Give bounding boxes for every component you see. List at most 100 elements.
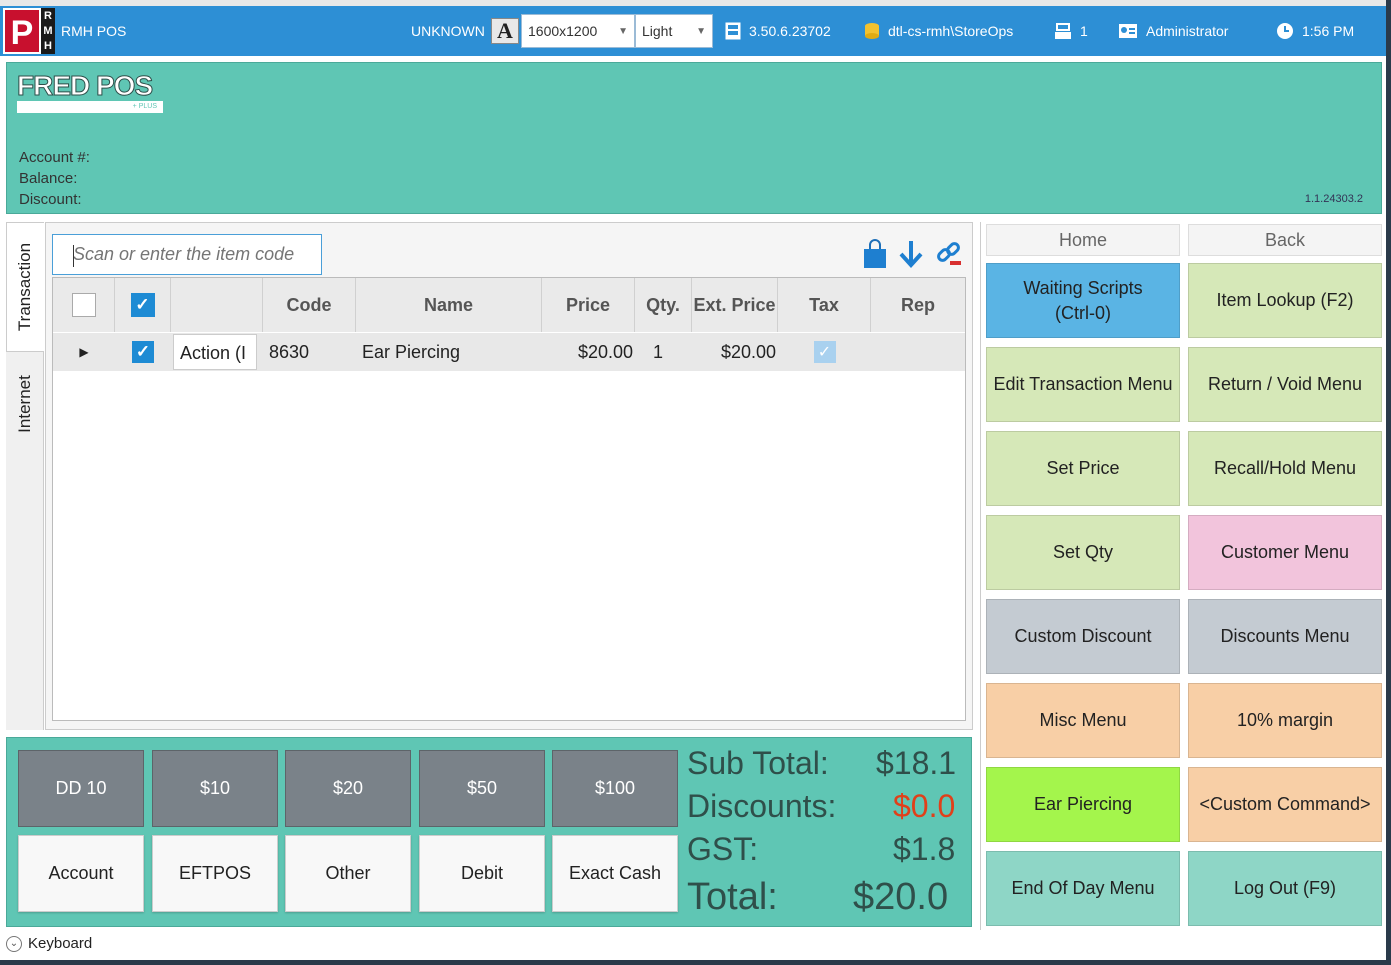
check-all-checkbox[interactable]: ✓ [130, 293, 155, 317]
shopping-bag-icon [864, 239, 886, 268]
chevron-down-icon: ⌄ [6, 935, 22, 952]
logo-letter: P [3, 8, 41, 54]
vertical-tabs: Transaction Internet [6, 222, 44, 730]
select-all-checkbox[interactable] [71, 293, 96, 317]
header-select-all[interactable] [53, 278, 115, 332]
theme-select[interactable]: Light ▼ [635, 14, 713, 48]
header-check-col[interactable]: ✓ [115, 278, 171, 332]
rmh-logo: P R M H [3, 8, 55, 56]
quick-cash-dd10[interactable]: DD 10 [18, 750, 144, 827]
keyboard-toggle[interactable]: ⌄ Keyboard [6, 935, 92, 952]
register-icon [1055, 23, 1071, 39]
tender-exact-cash[interactable]: Exact Cash [552, 835, 678, 912]
discounts-value: $0.0 [893, 788, 956, 824]
custom-command-button[interactable]: <Custom Command> [1188, 767, 1382, 842]
row-tax-cell[interactable]: ✓ [778, 333, 871, 371]
link-button[interactable] [934, 238, 964, 270]
set-qty-button[interactable]: Set Qty [986, 515, 1180, 590]
waiting-scripts-button[interactable]: Waiting Scripts (Ctrl-0) [986, 263, 1180, 338]
header-tax[interactable]: Tax [778, 278, 871, 332]
discounts-label: Discounts: [687, 788, 837, 824]
tab-transaction[interactable]: Transaction [6, 222, 44, 352]
quick-cash-20[interactable]: $20 [285, 750, 411, 827]
row-price: $20.00 [577, 341, 633, 362]
text-cursor [73, 245, 74, 267]
item-lookup-button[interactable]: Item Lookup (F2) [1188, 263, 1382, 338]
discount-label: Discount: [19, 191, 82, 208]
row-action-cell[interactable]: Action (I [171, 333, 263, 371]
top-bar: P R M H RMH POS UNKNOWN A 1600x1200 ▼ Lig… [0, 6, 1386, 56]
header-code[interactable]: Code [263, 278, 356, 332]
tender-account[interactable]: Account [18, 835, 144, 912]
font-icon: A [491, 18, 519, 44]
font-size-button[interactable]: A [491, 6, 519, 56]
row-expand-icon[interactable]: ▶ [53, 333, 115, 371]
row-checkbox-cell[interactable]: ✓ [115, 333, 171, 371]
clock-icon [1277, 23, 1293, 39]
total-value: $20.0 [853, 876, 949, 918]
logo-side-h: H [44, 40, 52, 53]
time-text: 1:56 PM [1302, 23, 1355, 39]
tender-debit[interactable]: Debit [419, 835, 545, 912]
chevron-down-icon: ▼ [618, 25, 628, 37]
pos-window: P R M H RMH POS UNKNOWN A 1600x1200 ▼ Lig… [0, 0, 1386, 960]
user-mode: UNKNOWN [411, 23, 485, 39]
item-search-input[interactable] [52, 234, 322, 275]
header-ext-price[interactable]: Ext. Price [692, 278, 778, 332]
transaction-grid: ✓ Code Name Price Qty. Ext. Price Tax Re… [52, 277, 966, 721]
database-icon [865, 23, 879, 39]
end-of-day-menu-button[interactable]: End Of Day Menu [986, 851, 1180, 926]
arrow-down-icon [899, 241, 923, 268]
version-text: 3.50.6.23702 [749, 23, 831, 39]
home-button[interactable]: Home [986, 224, 1180, 256]
user-card-icon [1119, 24, 1137, 38]
brand-text: FRED POS [17, 70, 154, 101]
row-qty: 1 [653, 341, 664, 362]
theme-value: Light [642, 23, 673, 39]
edit-transaction-menu-button[interactable]: Edit Transaction Menu [986, 347, 1180, 422]
set-price-button[interactable]: Set Price [986, 431, 1180, 506]
register-info: 1 [1054, 6, 1088, 56]
customer-menu-button[interactable]: Customer Menu [1188, 515, 1382, 590]
database-info: dtl-cs-rmh\StoreOps [864, 6, 1013, 56]
brand-sub: + PLUS [17, 101, 163, 113]
header-qty[interactable]: Qty. [635, 278, 692, 332]
return-void-menu-button[interactable]: Return / Void Menu [1188, 347, 1382, 422]
resolution-value: 1600x1200 [528, 23, 598, 39]
tab-internet[interactable]: Internet [6, 354, 44, 454]
register-text: 1 [1080, 23, 1088, 39]
row-tax-checkbox[interactable]: ✓ [813, 341, 836, 363]
header-rep[interactable]: Rep [871, 278, 965, 332]
resolution-select[interactable]: 1600x1200 ▼ [521, 14, 635, 48]
header-action [171, 278, 263, 332]
table-row[interactable]: ▶ ✓ Action (I 8630 Ear Piercing $20.00 1… [53, 333, 965, 371]
quick-cash-50[interactable]: $50 [419, 750, 545, 827]
user-text: Administrator [1146, 23, 1229, 39]
header-price[interactable]: Price [542, 278, 635, 332]
custom-discount-button[interactable]: Custom Discount [986, 599, 1180, 674]
header-name[interactable]: Name [356, 278, 542, 332]
quick-cash-10[interactable]: $10 [152, 750, 278, 827]
recall-hold-menu-button[interactable]: Recall/Hold Menu [1188, 431, 1382, 506]
back-button[interactable]: Back [1188, 224, 1382, 256]
tender-eftpos[interactable]: EFTPOS [152, 835, 278, 912]
download-button[interactable] [896, 238, 926, 270]
subtotal-value: $18.1 [876, 745, 956, 781]
misc-menu-button[interactable]: Misc Menu [986, 683, 1180, 758]
resolution-wrap: 1600x1200 ▼ [521, 14, 635, 48]
discounts-menu-button[interactable]: Discounts Menu [1188, 599, 1382, 674]
tender-other[interactable]: Other [285, 835, 411, 912]
gst-value: $1.8 [893, 831, 956, 867]
server-icon [725, 22, 741, 40]
row-action[interactable]: Action (I [173, 334, 257, 370]
row-rep [871, 333, 965, 371]
theme-wrap: Light ▼ [635, 14, 713, 48]
ten-percent-margin-button[interactable]: 10% margin [1188, 683, 1382, 758]
ear-piercing-button[interactable]: Ear Piercing [986, 767, 1180, 842]
log-out-button[interactable]: Log Out (F9) [1188, 851, 1382, 926]
quick-cash-100[interactable]: $100 [552, 750, 678, 827]
row-checkbox[interactable]: ✓ [132, 341, 154, 363]
chevron-down-icon: ▼ [696, 25, 706, 37]
logo-side-r: R [44, 9, 52, 22]
shopping-bag-button[interactable] [860, 238, 890, 270]
